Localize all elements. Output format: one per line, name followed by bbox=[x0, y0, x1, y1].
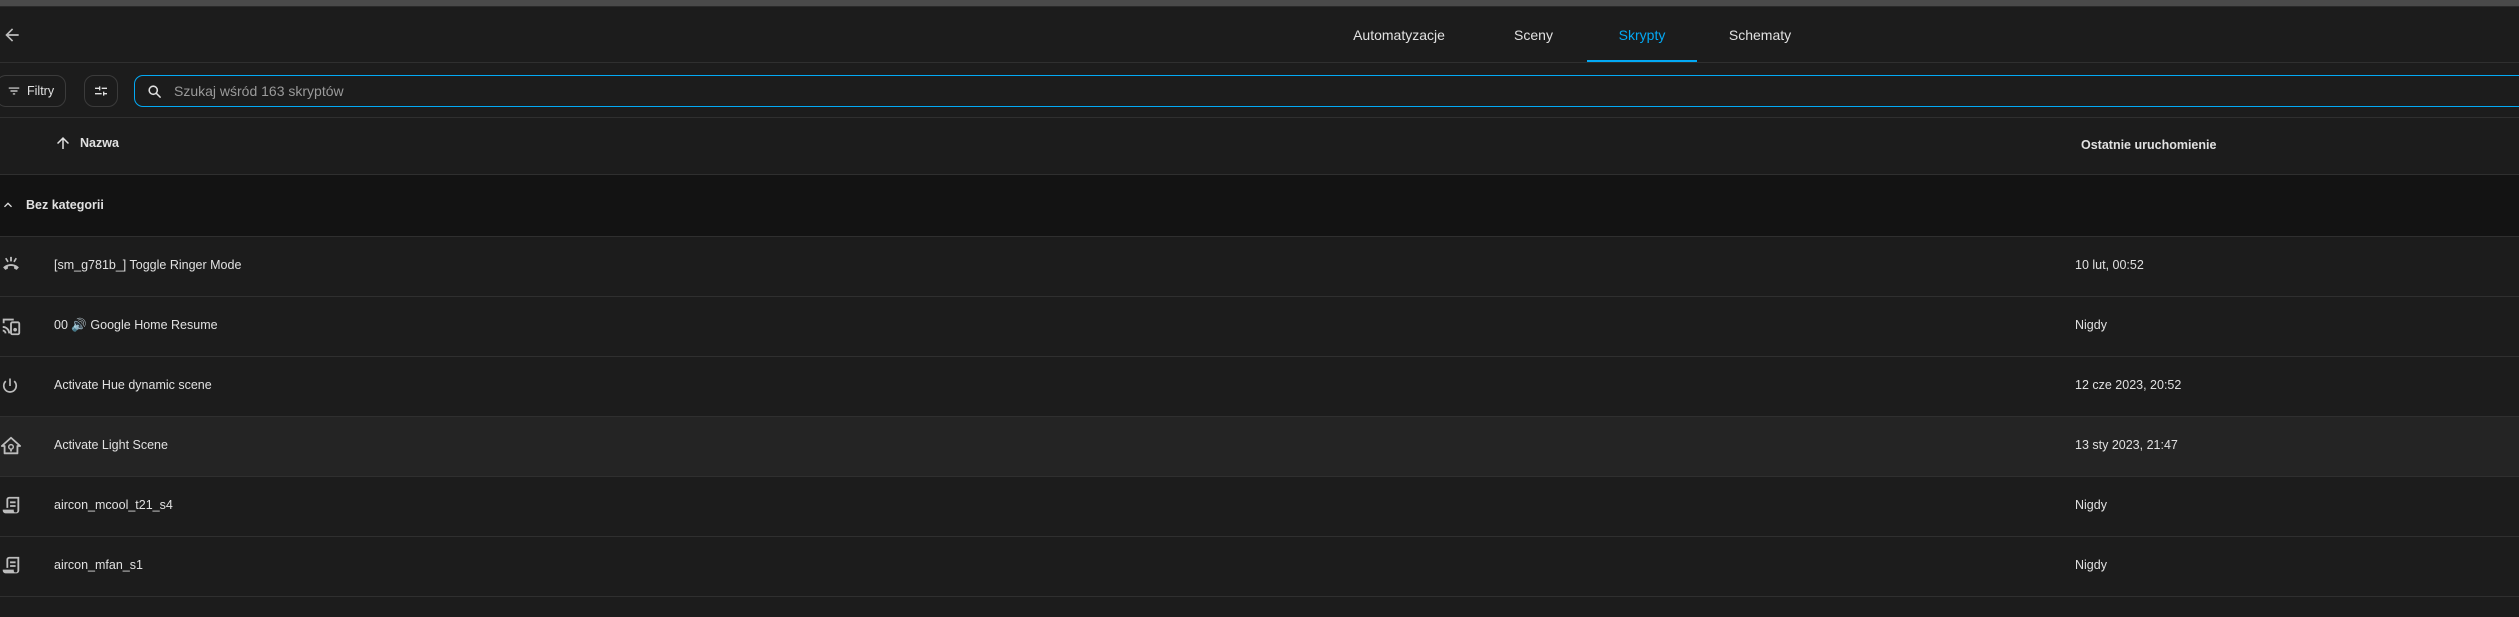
script-name: aircon_mcool_t21_s4 bbox=[54, 498, 173, 512]
tab-sceny[interactable]: Sceny bbox=[1480, 7, 1587, 62]
column-header-name[interactable]: Nazwa bbox=[54, 134, 119, 152]
home-lightbulb-icon bbox=[0, 434, 22, 458]
table-header: Nazwa Ostatnie uruchomienie bbox=[0, 118, 2519, 175]
script-last-run: Nigdy bbox=[2075, 558, 2107, 572]
script-text-icon bbox=[0, 554, 22, 578]
table-row[interactable]: Activate Hue dynamic scene 12 cze 2023, … bbox=[0, 357, 2519, 417]
app-header: Automatyzacje Sceny Skrypty Schematy bbox=[0, 7, 2519, 63]
table-row[interactable]: [sm_g781b_] Toggle Ringer Mode 10 lut, 0… bbox=[0, 237, 2519, 297]
tab-label: Automatyzacje bbox=[1353, 26, 1445, 43]
script-last-run: 13 sty 2023, 21:47 bbox=[2075, 438, 2178, 452]
top-bar bbox=[0, 0, 2519, 7]
tune-icon bbox=[95, 86, 107, 96]
table-row[interactable]: Activate Light Scene 13 sty 2023, 21:47 bbox=[0, 417, 2519, 477]
filter-icon bbox=[8, 87, 20, 95]
script-name: Activate Light Scene bbox=[54, 438, 168, 452]
script-last-run: 12 cze 2023, 20:52 bbox=[2075, 378, 2182, 392]
power-icon bbox=[0, 374, 22, 398]
tab-skrypty[interactable]: Skrypty bbox=[1587, 7, 1697, 62]
filters-button[interactable]: Filtry bbox=[0, 75, 66, 107]
script-name: Activate Hue dynamic scene bbox=[54, 378, 212, 392]
tab-label: Schematy bbox=[1728, 26, 1792, 43]
tab-schematy[interactable]: Schematy bbox=[1697, 7, 1823, 62]
column-last-run-label: Ostatnie uruchomienie bbox=[2081, 138, 2217, 152]
toolbar: Filtry bbox=[0, 63, 2519, 118]
table-row[interactable]: aircon_mfan_s1 Nigdy bbox=[0, 537, 2519, 597]
script-last-run: Nigdy bbox=[2075, 498, 2107, 512]
back-button[interactable] bbox=[0, 23, 24, 47]
script-last-run: Nigdy bbox=[2075, 318, 2107, 332]
group-toggle[interactable]: Bez kategorii bbox=[0, 197, 104, 213]
script-text-icon bbox=[0, 494, 22, 518]
cast-speaker-icon bbox=[0, 314, 22, 338]
search-box bbox=[134, 75, 2519, 107]
search-icon bbox=[148, 84, 161, 98]
arrow-up-icon bbox=[57, 137, 69, 149]
tab-label: Sceny bbox=[1514, 26, 1553, 43]
tab-automatyzacje[interactable]: Automatyzacje bbox=[1318, 7, 1480, 62]
script-list: [sm_g781b_] Toggle Ringer Mode 10 lut, 0… bbox=[0, 237, 2519, 597]
script-name: 00 🔊 Google Home Resume bbox=[54, 318, 218, 332]
arrow-left-icon bbox=[5, 28, 19, 42]
script-last-run: 10 lut, 00:52 bbox=[2075, 258, 2144, 272]
phone-ring-icon bbox=[0, 254, 22, 278]
script-name: aircon_mfan_s1 bbox=[54, 558, 143, 572]
table-settings-button[interactable] bbox=[84, 75, 118, 107]
column-name-label: Nazwa bbox=[80, 136, 119, 150]
script-name: [sm_g781b_] Toggle Ringer Mode bbox=[54, 258, 242, 272]
table-row[interactable]: 00 🔊 Google Home Resume Nigdy bbox=[0, 297, 2519, 357]
group-label: Bez kategorii bbox=[26, 198, 104, 212]
chevron-up-icon bbox=[4, 202, 12, 208]
table-row[interactable]: aircon_mcool_t21_s4 Nigdy bbox=[0, 477, 2519, 537]
filters-label: Filtry bbox=[27, 84, 55, 98]
tab-label: Skrypty bbox=[1618, 26, 1666, 43]
column-header-last-run[interactable]: Ostatnie uruchomienie bbox=[2081, 138, 2216, 152]
group-header: Bez kategorii bbox=[0, 175, 2519, 237]
search-input[interactable] bbox=[172, 82, 1376, 100]
tab-bar: Automatyzacje Sceny Skrypty Schematy bbox=[1318, 7, 1823, 62]
